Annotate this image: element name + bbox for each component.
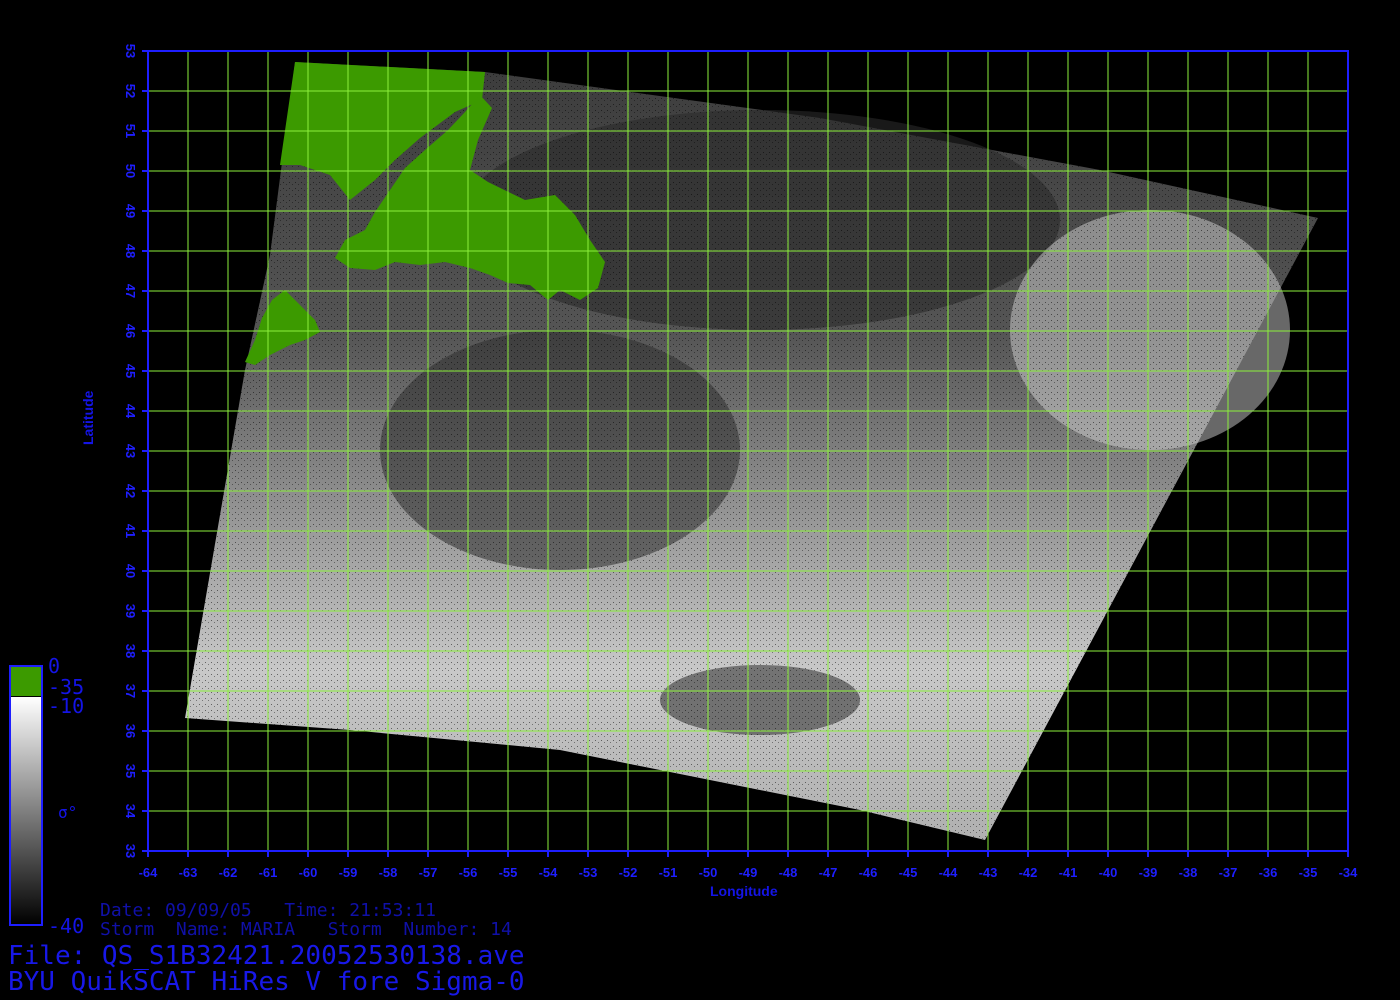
x-axis-title: Longitude xyxy=(710,883,778,899)
y-tick-label: 44 xyxy=(123,404,138,419)
storm-line: Storm Name: MARIA Storm Number: 14 xyxy=(100,919,512,940)
x-tick-label: -46 xyxy=(859,865,878,880)
x-tick-label: -50 xyxy=(699,865,718,880)
x-tick-label: -39 xyxy=(1139,865,1158,880)
x-tick-label: -53 xyxy=(579,865,598,880)
y-tick-label: 45 xyxy=(123,364,138,378)
x-tick-label: -35 xyxy=(1299,865,1318,880)
y-tick-label: 43 xyxy=(123,444,138,458)
x-tick-label: -61 xyxy=(259,865,278,880)
x-tick-label: -38 xyxy=(1179,865,1198,880)
y-tick-label: 53 xyxy=(123,44,138,58)
y-tick-label: 47 xyxy=(123,284,138,298)
date-time-line: Date: 09/09/05 Time: 21:53:11 xyxy=(100,900,436,921)
file-line: File: QS_S1B32421.20052530138.ave xyxy=(8,941,525,971)
y-tick-label: 51 xyxy=(123,124,138,138)
x-tick-label: -59 xyxy=(339,865,358,880)
x-tick-label: -60 xyxy=(299,865,318,880)
x-tick-label: -45 xyxy=(899,865,918,880)
swath-map: -64 -63 -62 -61 -60 -59 -58 -57 -56 -55 -54 -53 -52 -… xyxy=(9,44,1359,926)
colorbar xyxy=(9,665,43,926)
x-tick-label: -37 xyxy=(1219,865,1238,880)
product-line: BYU QuikSCAT HiRes V fore Sigma-0 xyxy=(8,967,525,997)
y-tick-label: 46 xyxy=(123,324,138,338)
colorbar-symbol-label: σ° xyxy=(58,803,78,822)
y-tick-label: 49 xyxy=(123,204,138,218)
x-tick-label: -44 xyxy=(939,865,959,880)
x-tick-label: -40 xyxy=(1099,865,1118,880)
y-tick-label: 38 xyxy=(123,644,138,658)
y-tick-label: 50 xyxy=(123,164,138,178)
lat-lon-grid xyxy=(147,50,1349,852)
x-tick-label: -62 xyxy=(219,865,238,880)
x-tick-label: -57 xyxy=(419,865,438,880)
x-tick-label: -42 xyxy=(1019,865,1038,880)
x-tick-label: -49 xyxy=(739,865,758,880)
y-tick-label: 48 xyxy=(123,244,138,258)
colorbar-gradient xyxy=(10,697,42,925)
x-tick-label: -54 xyxy=(539,865,559,880)
x-tick-label: -47 xyxy=(819,865,838,880)
x-tick-label: -55 xyxy=(499,865,518,880)
x-tick-label: -43 xyxy=(979,865,998,880)
y-tick-label: 41 xyxy=(123,524,138,538)
x-tick-label: -52 xyxy=(619,865,638,880)
colorbar-bottom-label: -40 xyxy=(48,914,85,938)
colorbar-land-segment xyxy=(10,666,42,696)
y-tick-label: 39 xyxy=(123,604,138,618)
x-tick-label: -56 xyxy=(459,865,478,880)
x-tick-label: -48 xyxy=(779,865,798,880)
colorbar-ocean-top-label: -10 xyxy=(48,694,85,718)
x-tick-label: -51 xyxy=(659,865,678,880)
y-tick-label: 35 xyxy=(123,764,138,778)
y-tick-label: 33 xyxy=(123,844,138,858)
y-tick-label: 42 xyxy=(123,484,138,498)
y-axis-title: Latitude xyxy=(80,390,96,445)
x-tick-label: -34 xyxy=(1339,865,1359,880)
x-tick-label: -58 xyxy=(379,865,398,880)
x-tick-label: -64 xyxy=(139,865,159,880)
y-tick-label: 40 xyxy=(123,564,138,578)
x-tick-label: -36 xyxy=(1259,865,1278,880)
y-tick-label: 36 xyxy=(123,724,138,738)
y-tick-label: 52 xyxy=(123,84,138,98)
x-tick-label: -63 xyxy=(179,865,198,880)
y-tick-label: 37 xyxy=(123,684,138,698)
y-tick-label: 34 xyxy=(123,804,138,819)
x-tick-label: -41 xyxy=(1059,865,1078,880)
